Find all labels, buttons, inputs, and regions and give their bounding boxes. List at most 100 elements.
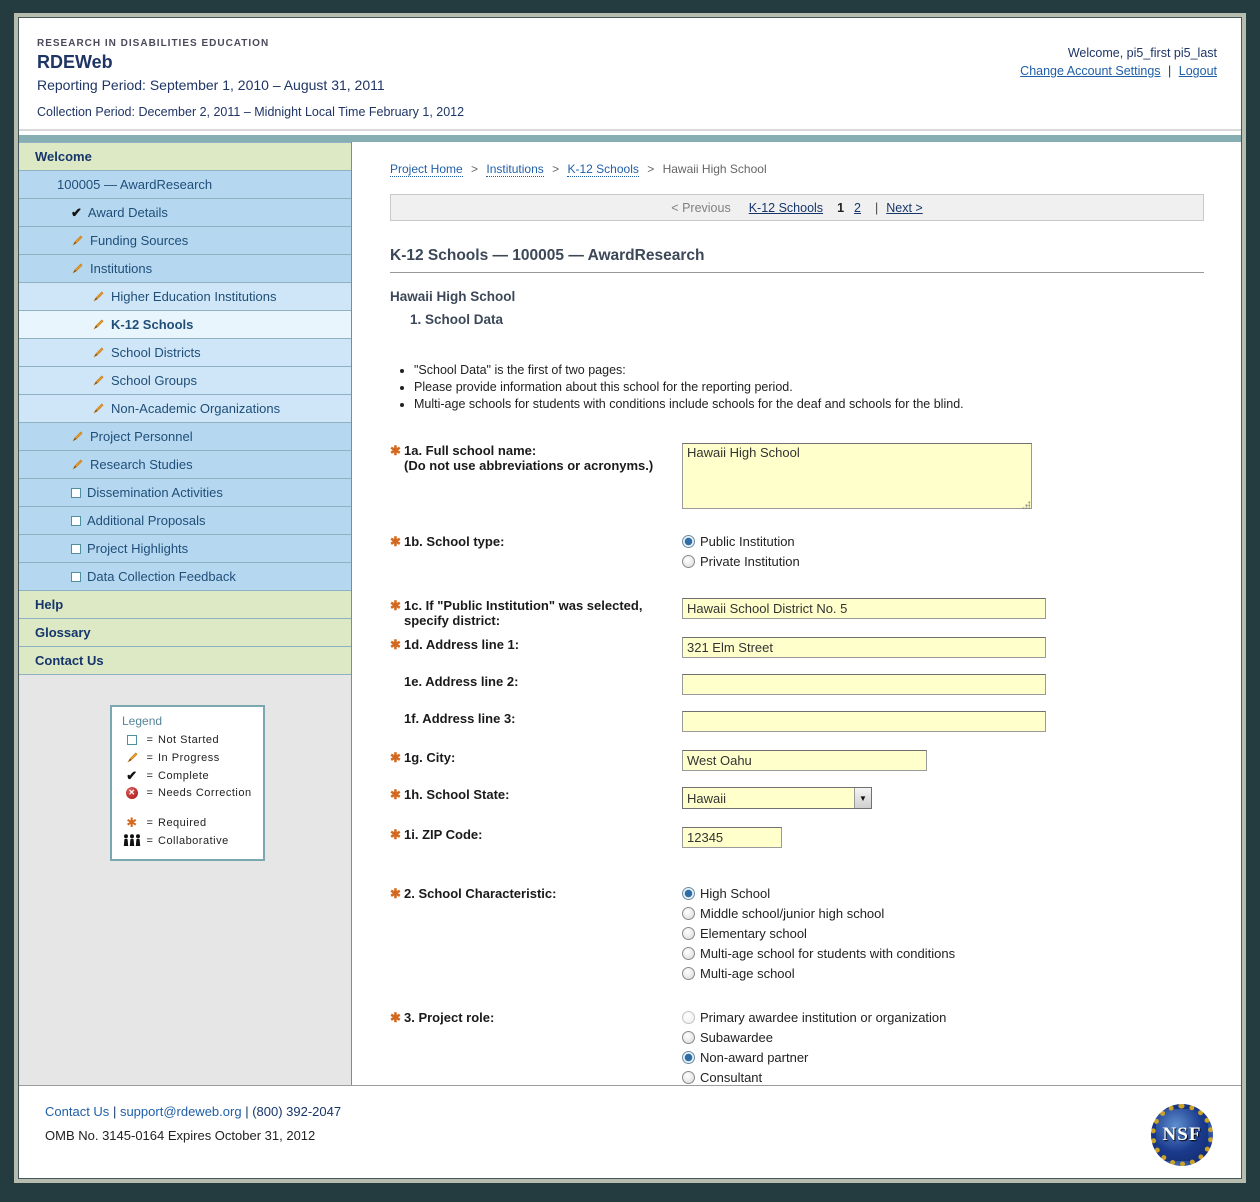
legend-item-not-started: = Not Started bbox=[122, 734, 255, 746]
required-icon: ✱ bbox=[390, 637, 404, 658]
sidebar-item-data-collection-feedback[interactable]: Data Collection Feedback bbox=[19, 562, 351, 590]
full-school-name-textarea[interactable]: Hawaii High School bbox=[682, 443, 1032, 509]
instruction-item: Multi-age schools for students with cond… bbox=[414, 397, 1204, 411]
address-line-3-input[interactable] bbox=[682, 711, 1046, 732]
resize-grip-icon[interactable] bbox=[1022, 501, 1030, 509]
sidebar-item-award[interactable]: 100005 — AwardResearch bbox=[19, 170, 351, 198]
radio-multi-age-conditions[interactable] bbox=[682, 947, 695, 960]
form-row-1f: 1f. Address line 3: bbox=[390, 711, 1204, 732]
form-row-1e: 1e. Address line 2: bbox=[390, 674, 1204, 695]
sidebar-item-welcome[interactable]: Welcome bbox=[19, 142, 351, 170]
sidebar-item-project-personnel[interactable]: Project Personnel bbox=[19, 422, 351, 450]
required-icon: ✱ bbox=[126, 816, 137, 829]
instruction-item: Please provide information about this sc… bbox=[414, 380, 1204, 394]
radio-middle-school[interactable] bbox=[682, 907, 695, 920]
instructions-list: "School Data" is the first of two pages:… bbox=[414, 363, 1204, 411]
legend-item-required: ✱ = Required bbox=[122, 816, 255, 829]
required-icon: ✱ bbox=[390, 443, 404, 512]
address-line-1-input[interactable] bbox=[682, 637, 1046, 658]
pagination-list-link[interactable]: K-12 Schools bbox=[749, 201, 823, 215]
sidebar-item-research-studies[interactable]: Research Studies bbox=[19, 450, 351, 478]
next-link[interactable]: Next > bbox=[886, 201, 922, 215]
pencil-icon bbox=[71, 430, 84, 443]
sidebar-item-project-highlights[interactable]: Project Highlights bbox=[19, 534, 351, 562]
radio-high-school[interactable] bbox=[682, 887, 695, 900]
sidebar-item-glossary[interactable]: Glossary bbox=[19, 618, 351, 646]
previous-link: < Previous bbox=[671, 201, 730, 215]
collaborative-icon bbox=[122, 834, 142, 847]
change-account-settings-link[interactable]: Change Account Settings bbox=[1020, 64, 1160, 78]
required-icon: ✱ bbox=[390, 750, 404, 771]
page-title: K-12 Schools — 100005 — AwardResearch bbox=[390, 247, 1204, 273]
school-data-form: ✱ 1a. Full school name:(Do not use abbre… bbox=[390, 443, 1204, 1154]
sidebar-item-k12-schools[interactable]: K-12 Schools bbox=[19, 310, 351, 338]
complete-icon: ✔ bbox=[122, 769, 142, 782]
form-row-1g: ✱ 1g. City: bbox=[390, 750, 1204, 771]
welcome-text: Welcome, pi5_first pi5_last bbox=[1020, 46, 1217, 60]
radio-public-institution[interactable] bbox=[682, 535, 695, 548]
footer-phone: (800) 392-2047 bbox=[252, 1104, 341, 1119]
radio-non-award-partner[interactable] bbox=[682, 1051, 695, 1064]
radio-elementary-school[interactable] bbox=[682, 927, 695, 940]
pagination-page-1: 1 bbox=[837, 201, 844, 215]
breadcrumb-institutions[interactable]: Institutions bbox=[486, 162, 543, 177]
sidebar-item-non-academic-organizations[interactable]: Non-Academic Organizations bbox=[19, 394, 351, 422]
program-name: RESEARCH IN DISABILITIES EDUCATION bbox=[37, 38, 464, 49]
radio-subawardee[interactable] bbox=[682, 1031, 695, 1044]
sidebar-item-school-groups[interactable]: School Groups bbox=[19, 366, 351, 394]
required-icon: ✱ bbox=[390, 1010, 404, 1090]
pencil-icon bbox=[92, 346, 105, 359]
pagination-bar: < Previous K-12 Schools 1 2 | Next > bbox=[390, 194, 1204, 221]
header-left: RESEARCH IN DISABILITIES EDUCATION RDEWe… bbox=[37, 38, 464, 119]
footer-contact-link[interactable]: Contact Us bbox=[45, 1104, 109, 1119]
chevron-down-icon[interactable]: ▼ bbox=[854, 788, 871, 808]
required-icon: ✱ bbox=[390, 787, 404, 809]
district-input[interactable] bbox=[682, 598, 1046, 619]
header-link-separator: | bbox=[1168, 64, 1171, 78]
legend-title: Legend bbox=[122, 714, 255, 728]
pencil-icon bbox=[92, 318, 105, 331]
page-footer: Contact Us | support@rdeweb.org | (800) … bbox=[19, 1085, 1241, 1178]
not-started-icon bbox=[127, 735, 137, 745]
reporting-period: Reporting Period: September 1, 2010 – Au… bbox=[37, 77, 464, 93]
school-name-heading: Hawaii High School bbox=[390, 289, 1204, 304]
legend-item-needs-correction: ✕ = Needs Correction bbox=[122, 787, 255, 799]
app-window: RESEARCH IN DISABILITIES EDUCATION RDEWe… bbox=[14, 13, 1246, 1183]
pagination-page-2[interactable]: 2 bbox=[854, 201, 861, 215]
sidebar-item-additional-proposals[interactable]: Additional Proposals bbox=[19, 506, 351, 534]
radio-consultant[interactable] bbox=[682, 1071, 695, 1084]
footer-email-link[interactable]: support@rdeweb.org bbox=[120, 1104, 242, 1119]
legend-item-complete: ✔ = Complete bbox=[122, 769, 255, 782]
pencil-icon bbox=[71, 262, 84, 275]
required-icon: ✱ bbox=[390, 827, 404, 848]
state-select[interactable]: Hawaii ▼ bbox=[682, 787, 872, 809]
nsf-logo[interactable]: NSF bbox=[1151, 1104, 1213, 1166]
pencil-icon bbox=[92, 402, 105, 415]
sidebar-item-funding-sources[interactable]: Funding Sources bbox=[19, 226, 351, 254]
sidebar-item-school-districts[interactable]: School Districts bbox=[19, 338, 351, 366]
complete-icon: ✔ bbox=[71, 206, 82, 219]
radio-multi-age-school[interactable] bbox=[682, 967, 695, 980]
omb-notice: OMB No. 3145-0164 Expires October 31, 20… bbox=[45, 1128, 341, 1143]
pencil-icon bbox=[92, 290, 105, 303]
sidebar-nav: Welcome 100005 — AwardResearch ✔ Award D… bbox=[19, 142, 351, 675]
city-input[interactable] bbox=[682, 750, 927, 771]
sidebar-item-dissemination-activities[interactable]: Dissemination Activities bbox=[19, 478, 351, 506]
sidebar-item-help[interactable]: Help bbox=[19, 590, 351, 618]
sidebar-item-contact-us[interactable]: Contact Us bbox=[19, 646, 351, 674]
sidebar-item-award-details[interactable]: ✔ Award Details bbox=[19, 198, 351, 226]
collection-period: Collection Period: December 2, 2011 – Mi… bbox=[37, 105, 464, 119]
sidebar-item-higher-education-institutions[interactable]: Higher Education Institutions bbox=[19, 282, 351, 310]
breadcrumb-project-home[interactable]: Project Home bbox=[390, 162, 463, 177]
breadcrumb-k12-schools[interactable]: K-12 Schools bbox=[567, 162, 638, 177]
pencil-icon bbox=[92, 374, 105, 387]
radio-primary-awardee[interactable] bbox=[682, 1011, 695, 1024]
radio-private-institution[interactable] bbox=[682, 555, 695, 568]
address-line-2-input[interactable] bbox=[682, 674, 1046, 695]
logout-link[interactable]: Logout bbox=[1179, 64, 1217, 78]
zip-code-input[interactable] bbox=[682, 827, 782, 848]
sidebar-item-institutions[interactable]: Institutions bbox=[19, 254, 351, 282]
legend-item-in-progress: = In Progress bbox=[122, 751, 255, 764]
form-row-1h: ✱ 1h. School State: Hawaii ▼ bbox=[390, 787, 1204, 809]
section-heading: 1. School Data bbox=[410, 312, 1204, 327]
